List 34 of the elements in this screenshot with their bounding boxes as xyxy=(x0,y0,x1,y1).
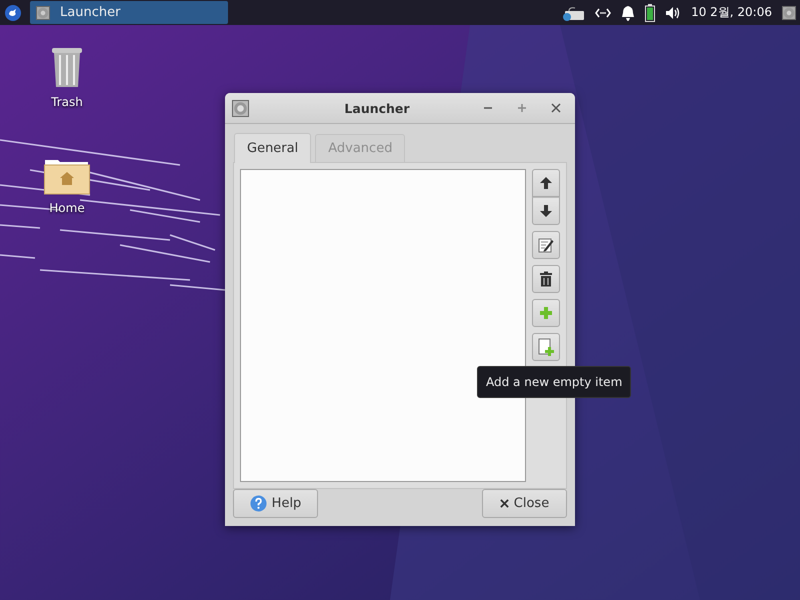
close-icon xyxy=(500,499,509,508)
down-button[interactable] xyxy=(532,197,560,225)
edit-button[interactable] xyxy=(532,231,560,259)
delete-button[interactable] xyxy=(532,265,560,293)
up-arrow-icon xyxy=(539,176,553,190)
home-folder-icon[interactable] xyxy=(44,157,90,195)
clock[interactable]: 10 2월, 20:06 xyxy=(691,4,772,21)
network-icon[interactable] xyxy=(595,8,612,18)
plus-icon xyxy=(539,306,553,320)
edit-icon xyxy=(538,237,554,253)
maximize-icon[interactable] xyxy=(517,103,527,113)
volume-icon[interactable] xyxy=(665,6,682,20)
tab[interactable]: General xyxy=(234,133,312,163)
keyboard-icon[interactable] xyxy=(561,4,586,20)
item-list[interactable] xyxy=(240,169,526,482)
new-document-icon xyxy=(538,338,554,356)
bell-icon[interactable] xyxy=(621,4,636,20)
tooltip: Add a new empty item xyxy=(477,366,632,398)
trash-can-icon[interactable] xyxy=(51,45,83,89)
window-title: Launcher xyxy=(343,100,411,116)
desktop-icon-label[interactable]: Home xyxy=(49,201,85,215)
help-icon xyxy=(250,495,267,512)
taskbar-button[interactable]: Launcher xyxy=(30,1,228,24)
close-icon[interactable] xyxy=(551,103,561,113)
down-arrow-icon xyxy=(539,204,553,218)
close-button[interactable]: Close xyxy=(482,489,567,518)
battery-icon[interactable] xyxy=(645,4,656,22)
settings-icon[interactable] xyxy=(782,6,796,20)
new-button[interactable] xyxy=(532,333,560,361)
up-button[interactable] xyxy=(532,169,560,197)
help-button[interactable]: Help xyxy=(233,489,318,518)
trash-icon xyxy=(539,271,553,287)
desktop-icon-label[interactable]: Trash xyxy=(51,95,83,109)
settings-icon xyxy=(36,6,50,20)
